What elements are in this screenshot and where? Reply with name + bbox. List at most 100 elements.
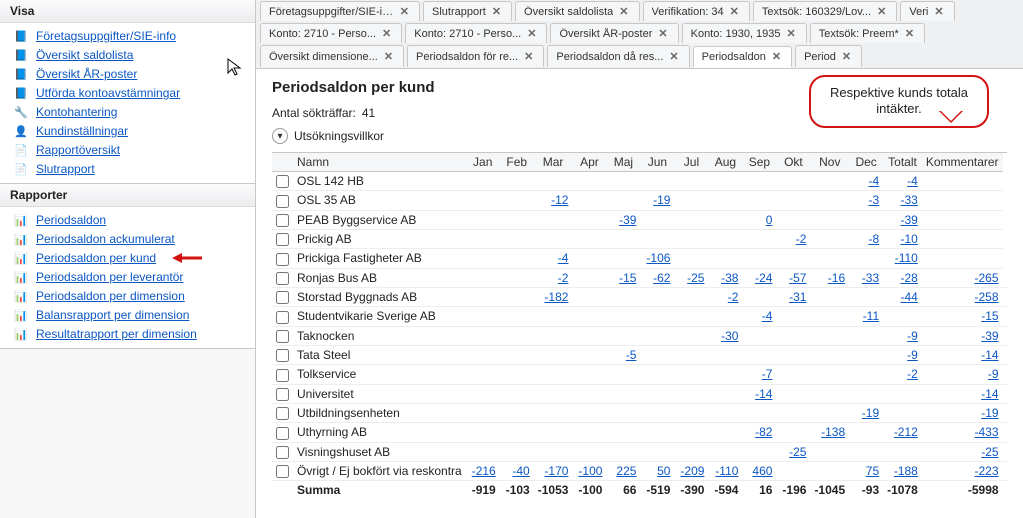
column-header[interactable]: Namn (293, 153, 466, 172)
value-link[interactable]: -30 (721, 329, 738, 343)
expand-filter-icon[interactable]: ▾ (272, 128, 288, 144)
sidebar-item[interactable]: 📊Periodsaldon (0, 211, 255, 230)
tab[interactable]: Periodsaldon för re...✕ (407, 45, 544, 67)
sidebar-item[interactable]: 📄Slutrapport (0, 160, 255, 179)
sidebar-item-label[interactable]: Resultatrapport per dimension (36, 327, 197, 341)
value-link[interactable]: -24 (755, 271, 772, 285)
sidebar-item[interactable]: 📊Periodsaldon ackumulerat (0, 230, 255, 249)
value-link[interactable]: -33 (901, 193, 918, 207)
value-link[interactable]: -4 (558, 251, 569, 265)
close-icon[interactable]: ✕ (770, 50, 783, 63)
sidebar-item-label[interactable]: Översikt saldolista (36, 48, 133, 62)
value-link[interactable]: 460 (752, 464, 772, 478)
row-checkbox[interactable] (276, 253, 289, 266)
column-header[interactable]: Aug (708, 153, 742, 172)
tab[interactable]: Konto: 2710 - Perso...✕ (405, 23, 547, 43)
value-link[interactable]: -10 (901, 232, 918, 246)
close-icon[interactable]: ✕ (875, 5, 888, 18)
value-link[interactable]: -39 (619, 213, 636, 227)
tab[interactable]: Översikt ÅR-poster✕ (550, 23, 678, 43)
sidebar-item[interactable]: 📘Utförda kontoavstämningar (0, 84, 255, 103)
close-icon[interactable]: ✕ (525, 27, 538, 40)
value-link[interactable]: -25 (789, 445, 806, 459)
value-link[interactable]: -2 (558, 271, 569, 285)
row-checkbox[interactable] (276, 291, 289, 304)
value-link[interactable]: -14 (981, 387, 998, 401)
value-link[interactable]: -110 (715, 464, 738, 478)
close-icon[interactable]: ✕ (667, 50, 680, 63)
sidebar-item[interactable]: 📘Översikt saldolista (0, 46, 255, 65)
close-icon[interactable]: ✕ (903, 27, 916, 40)
column-header[interactable]: Totalt (883, 153, 922, 172)
close-icon[interactable]: ✕ (656, 27, 669, 40)
sidebar-item-label[interactable]: Balansrapport per dimension (36, 308, 189, 322)
column-header[interactable]: Nov (810, 153, 849, 172)
value-link[interactable]: 50 (657, 464, 670, 478)
close-icon[interactable]: ✕ (490, 5, 503, 18)
value-link[interactable]: -209 (680, 464, 704, 478)
sidebar-item[interactable]: 📄Rapportöversikt (0, 141, 255, 160)
value-link[interactable]: -182 (544, 290, 568, 304)
sidebar-item[interactable]: 📊Balansrapport per dimension (0, 306, 255, 325)
tab[interactable]: Verifikation: 34✕ (643, 1, 750, 21)
tab[interactable]: Textsök: Preem*✕ (810, 23, 925, 43)
value-link[interactable]: -265 (975, 271, 999, 285)
value-link[interactable]: -100 (578, 464, 602, 478)
value-link[interactable]: -2 (728, 290, 739, 304)
sidebar-item[interactable]: 🔧Kontohantering (0, 103, 255, 122)
tab[interactable]: Konto: 1930, 1935✕ (682, 23, 807, 43)
sidebar-item[interactable]: 📘Företagsuppgifter/SIE-info (0, 27, 255, 46)
close-icon[interactable]: ✕ (840, 50, 853, 63)
sidebar-item-label[interactable]: Periodsaldon per kund (36, 251, 156, 265)
sidebar-item[interactable]: 📊Resultatrapport per dimension (0, 325, 255, 344)
tab[interactable]: Period✕ (795, 45, 862, 67)
value-link[interactable]: -16 (828, 271, 845, 285)
row-checkbox[interactable] (276, 175, 289, 188)
close-icon[interactable]: ✕ (522, 50, 535, 63)
value-link[interactable]: -19 (653, 193, 670, 207)
sidebar-item[interactable]: 📊Periodsaldon per leverantör (0, 268, 255, 287)
sidebar-item-label[interactable]: Periodsaldon (36, 213, 106, 227)
value-link[interactable]: -106 (646, 251, 670, 265)
value-link[interactable]: -3 (868, 193, 879, 207)
column-header[interactable]: Apr (572, 153, 606, 172)
value-link[interactable]: -25 (981, 445, 998, 459)
sidebar-item-label[interactable]: Kundinställningar (36, 124, 128, 138)
value-link[interactable]: 75 (866, 464, 879, 478)
column-header[interactable]: Sep (742, 153, 776, 172)
row-checkbox[interactable] (276, 195, 289, 208)
value-link[interactable]: -170 (544, 464, 568, 478)
row-checkbox[interactable] (276, 388, 289, 401)
sidebar-item[interactable]: 👤Kundinställningar (0, 122, 255, 141)
tab[interactable]: Veri✕ (900, 1, 954, 21)
column-header[interactable]: Mar (534, 153, 573, 172)
close-icon[interactable]: ✕ (785, 27, 798, 40)
tab[interactable]: Översikt dimensione...✕ (260, 45, 404, 67)
sidebar-item-label[interactable]: Periodsaldon per leverantör (36, 270, 183, 284)
row-checkbox[interactable] (276, 465, 289, 478)
value-link[interactable]: -31 (789, 290, 806, 304)
value-link[interactable]: -15 (619, 271, 636, 285)
value-link[interactable]: -212 (894, 425, 918, 439)
row-checkbox[interactable] (276, 349, 289, 362)
close-icon[interactable]: ✕ (398, 5, 411, 18)
column-header[interactable]: Jan (466, 153, 500, 172)
value-link[interactable]: -4 (907, 174, 918, 188)
tab[interactable]: Konto: 2710 - Perso...✕ (260, 23, 402, 43)
column-header[interactable]: Kommentarer (922, 153, 1003, 172)
value-link[interactable]: -8 (868, 232, 879, 246)
sidebar-item[interactable]: 📘Översikt ÅR-poster (0, 65, 255, 84)
value-link[interactable]: -19 (981, 406, 998, 420)
sidebar-item-label[interactable]: Kontohantering (36, 105, 117, 119)
value-link[interactable]: -9 (907, 348, 918, 362)
column-header[interactable]: Okt (776, 153, 810, 172)
value-link[interactable]: -19 (862, 406, 879, 420)
value-link[interactable]: -38 (721, 271, 738, 285)
value-link[interactable]: -44 (901, 290, 918, 304)
value-link[interactable]: -110 (895, 251, 918, 265)
value-link[interactable]: 225 (616, 464, 636, 478)
row-checkbox[interactable] (276, 407, 289, 420)
sidebar-item[interactable]: 📊Periodsaldon per kund (0, 249, 255, 268)
value-link[interactable]: -9 (907, 329, 918, 343)
column-header[interactable]: Jul (674, 153, 708, 172)
